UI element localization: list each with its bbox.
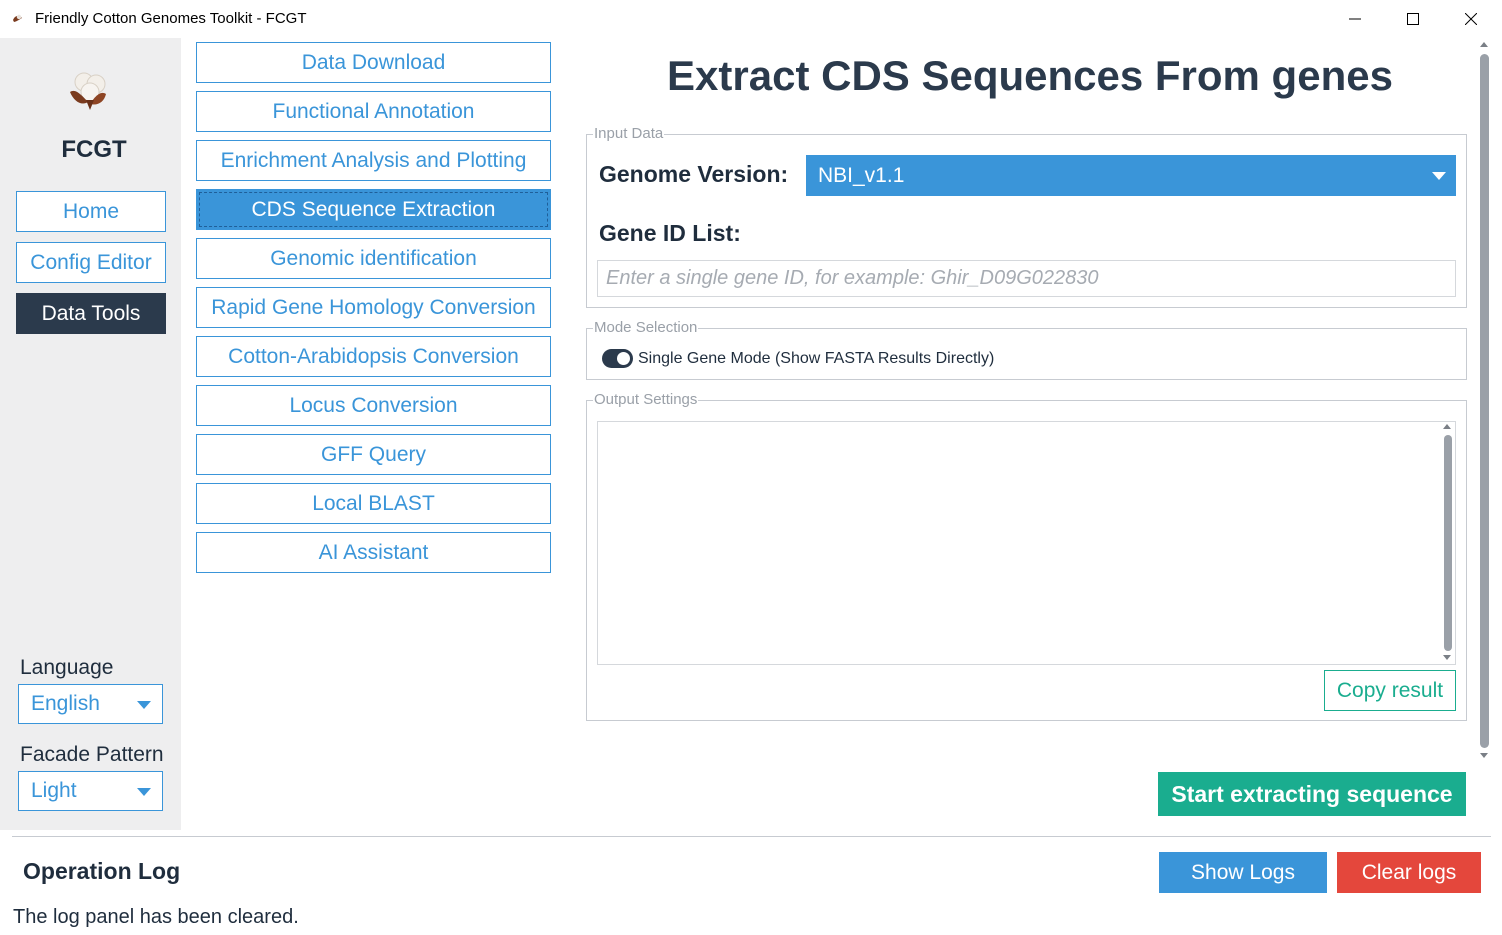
- minimize-button[interactable]: [1326, 0, 1384, 38]
- tool-genomic-identification[interactable]: Genomic identification: [196, 238, 551, 279]
- language-value: English: [31, 692, 100, 715]
- language-select[interactable]: English: [18, 684, 163, 724]
- cotton-boll-icon: [60, 66, 120, 116]
- genome-version-label: Genome Version:: [599, 161, 789, 187]
- tool-enrichment-analysis[interactable]: Enrichment Analysis and Plotting: [196, 140, 551, 181]
- clear-logs-button[interactable]: Clear logs: [1337, 852, 1481, 893]
- log-message: The log panel has been cleared.: [13, 906, 299, 928]
- single-gene-mode-label: Single Gene Mode (Show FASTA Results Dir…: [638, 350, 995, 367]
- page-title: Extract CDS Sequences From genes: [667, 52, 1393, 99]
- scroll-down-icon[interactable]: [1443, 655, 1451, 660]
- chevron-down-icon: [1432, 172, 1446, 180]
- start-extracting-button[interactable]: Start extracting sequence: [1158, 772, 1466, 816]
- output-settings-group-title: Output Settings: [593, 391, 699, 408]
- chevron-down-icon: [137, 701, 151, 709]
- close-button[interactable]: [1442, 0, 1500, 38]
- tool-local-blast[interactable]: Local BLAST: [196, 483, 551, 524]
- facade-pattern-select[interactable]: Light: [18, 771, 163, 811]
- brand-name: FCGT: [61, 136, 127, 163]
- scroll-up-icon[interactable]: [1443, 424, 1451, 429]
- gene-id-list-label: Gene ID List:: [599, 220, 741, 246]
- chevron-down-icon: [137, 788, 151, 796]
- tool-data-download[interactable]: Data Download: [196, 42, 551, 83]
- gene-id-input[interactable]: [597, 260, 1456, 297]
- tool-functional-annotation[interactable]: Functional Annotation: [196, 91, 551, 132]
- nav-data-tools-button[interactable]: Data Tools: [16, 293, 166, 334]
- scroll-down-icon[interactable]: [1480, 753, 1488, 758]
- minimize-icon: [1349, 18, 1361, 20]
- tool-cds-sequence-extraction[interactable]: CDS Sequence Extraction: [196, 189, 551, 230]
- facade-pattern-label: Facade Pattern: [20, 743, 164, 766]
- tool-locus-conversion[interactable]: Locus Conversion: [196, 385, 551, 426]
- toggle-knob: [617, 352, 630, 365]
- mode-selection-group-title: Mode Selection: [593, 319, 699, 336]
- genome-version-value: NBI_v1.1: [818, 163, 905, 187]
- output-scrollbar-thumb[interactable]: [1444, 435, 1452, 651]
- tool-gff-query[interactable]: GFF Query: [196, 434, 551, 475]
- operation-log-title: Operation Log: [23, 858, 181, 884]
- language-label: Language: [20, 656, 114, 679]
- app-icon: [10, 11, 26, 27]
- window-title: Friendly Cotton Genomes Toolkit - FCGT: [35, 10, 307, 27]
- close-icon: [1465, 13, 1477, 25]
- tool-ai-assistant[interactable]: AI Assistant: [196, 532, 551, 573]
- main-scrollbar-thumb[interactable]: [1480, 54, 1489, 748]
- genome-version-select[interactable]: NBI_v1.1: [806, 155, 1456, 196]
- show-logs-button[interactable]: Show Logs: [1159, 852, 1327, 893]
- scroll-up-icon[interactable]: [1480, 42, 1488, 47]
- tool-cotton-arabidopsis[interactable]: Cotton-Arabidopsis Conversion: [196, 336, 551, 377]
- nav-home-button[interactable]: Home: [16, 191, 166, 232]
- maximize-icon: [1407, 13, 1419, 25]
- copy-result-button[interactable]: Copy result: [1324, 670, 1456, 711]
- maximize-button[interactable]: [1384, 0, 1442, 38]
- nav-config-editor-button[interactable]: Config Editor: [16, 242, 166, 283]
- log-divider: [12, 836, 1491, 837]
- facade-pattern-value: Light: [31, 779, 77, 802]
- output-textarea[interactable]: [597, 421, 1456, 665]
- input-data-group-title: Input Data: [593, 125, 665, 142]
- tool-rapid-gene-homology[interactable]: Rapid Gene Homology Conversion: [196, 287, 551, 328]
